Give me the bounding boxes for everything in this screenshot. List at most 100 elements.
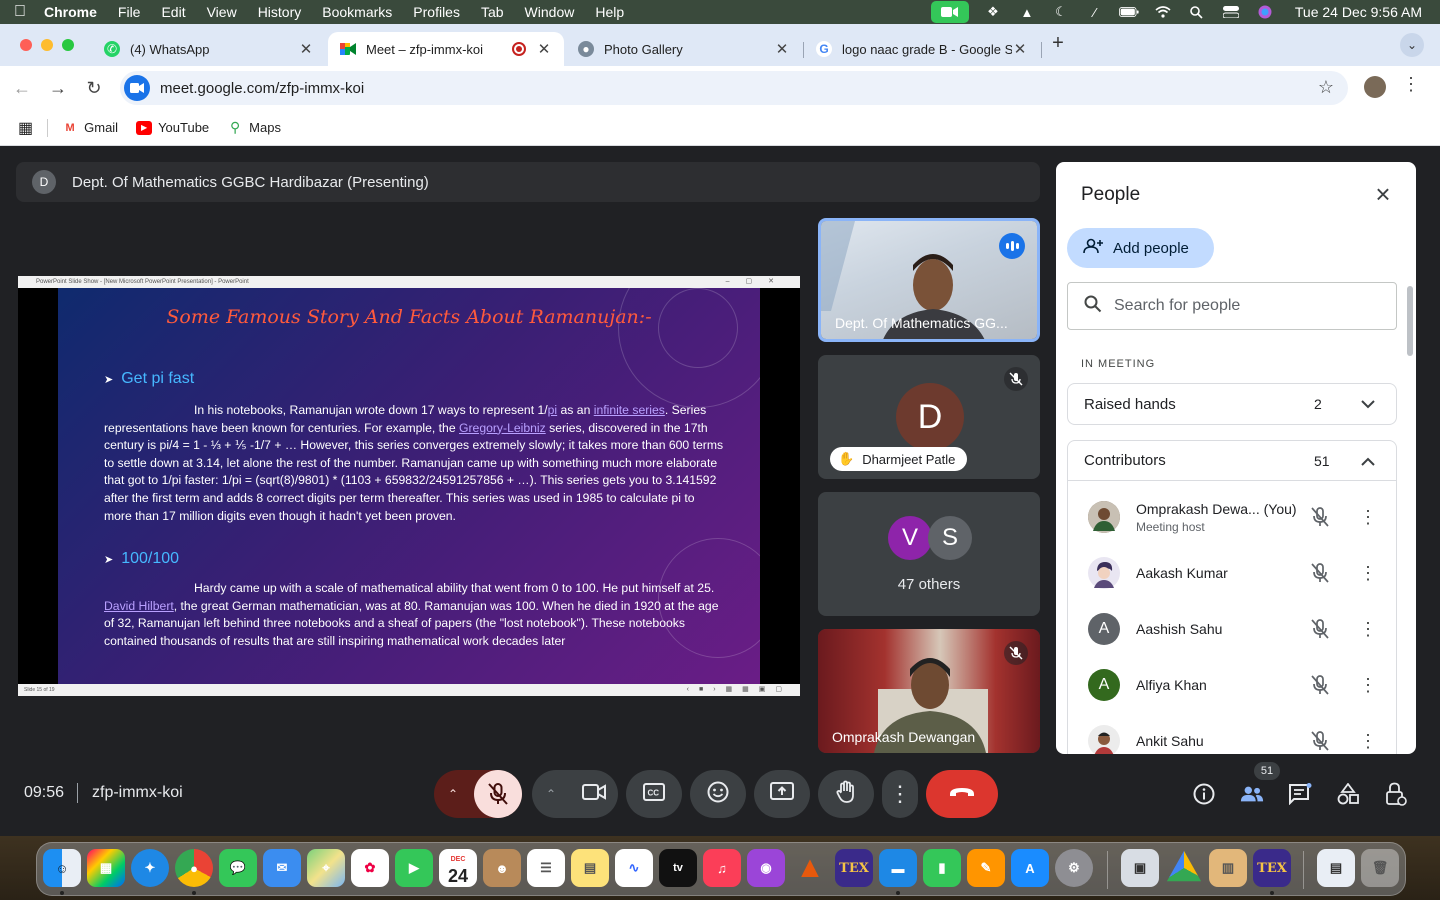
- dropbox-icon[interactable]: ❖: [983, 4, 1003, 20]
- new-tab-plus-icon[interactable]: +: [1048, 32, 1068, 55]
- site-info-meet-icon[interactable]: [124, 75, 150, 101]
- menu-app-name[interactable]: Chrome: [44, 4, 97, 20]
- menu-bookmarks[interactable]: Bookmarks: [322, 4, 392, 20]
- freeform-icon[interactable]: ∿: [615, 849, 653, 887]
- mail-icon[interactable]: ✉: [263, 849, 301, 887]
- calendar-icon[interactable]: DEC 24: [439, 849, 477, 887]
- photos-icon[interactable]: ✿: [351, 849, 389, 887]
- people-panel-scrollbar[interactable]: [1407, 286, 1413, 356]
- launchpad-icon[interactable]: ▦: [87, 849, 125, 887]
- tile-presenter[interactable]: Dept. Of Mathematics GG...: [818, 218, 1040, 342]
- matlab-icon[interactable]: ▲: [791, 849, 829, 887]
- participant-row[interactable]: A Aashish Sahu ⋮: [1068, 601, 1398, 657]
- text-input-icon[interactable]: ▲: [1017, 4, 1037, 20]
- more-options-icon[interactable]: ⋮: [1358, 507, 1378, 528]
- menu-window[interactable]: Window: [525, 4, 575, 20]
- link-david-hilbert[interactable]: David Hilbert: [104, 599, 174, 613]
- safari-icon[interactable]: ✦: [131, 849, 169, 887]
- reload-icon[interactable]: ↻: [82, 76, 106, 100]
- more-options-icon[interactable]: ⋮: [1358, 675, 1378, 696]
- bluetooth-off-icon[interactable]: ⁄: [1085, 4, 1105, 20]
- menubar-clock[interactable]: Tue 24 Dec 9:56 AM: [1295, 4, 1422, 20]
- menu-history[interactable]: History: [258, 4, 302, 20]
- mic-off-icon[interactable]: [1308, 673, 1332, 697]
- present-screen-button[interactable]: [754, 770, 810, 818]
- chrome-menu-icon[interactable]: ⋮: [1402, 74, 1420, 95]
- menu-view[interactable]: View: [207, 4, 237, 20]
- reactions-button[interactable]: [690, 770, 746, 818]
- link-pi[interactable]: pi: [548, 403, 558, 417]
- app-store-icon[interactable]: A: [1011, 849, 1049, 887]
- people-icon[interactable]: [1240, 782, 1264, 806]
- menu-help[interactable]: Help: [595, 4, 624, 20]
- bookmark-gmail[interactable]: M Gmail: [62, 120, 119, 135]
- close-panel-icon[interactable]: ×: [1370, 181, 1396, 208]
- shared-screen[interactable]: PowerPoint Slide Show - [New Microsoft P…: [18, 276, 800, 696]
- contributors-header[interactable]: Contributors 51: [1068, 441, 1396, 481]
- meeting-info-icon[interactable]: [1192, 782, 1216, 806]
- search-people-input[interactable]: [1114, 297, 1364, 315]
- numbers-icon[interactable]: ▮: [923, 849, 961, 887]
- add-people-button[interactable]: Add people: [1067, 228, 1214, 268]
- toggle-microphone-button[interactable]: [474, 770, 522, 818]
- battery-icon[interactable]: [1118, 4, 1139, 20]
- notes-icon[interactable]: ▤: [571, 849, 609, 887]
- close-tab-icon[interactable]: ✕: [774, 40, 790, 58]
- wifi-icon[interactable]: [1153, 4, 1173, 20]
- leave-call-button[interactable]: [926, 770, 998, 818]
- tex-icon[interactable]: TEX: [835, 849, 873, 887]
- facetime-icon[interactable]: ▶: [395, 849, 433, 887]
- google-drive-icon[interactable]: [1166, 850, 1202, 882]
- chat-icon[interactable]: [1288, 782, 1312, 806]
- mic-off-icon[interactable]: [1308, 561, 1332, 585]
- participant-row[interactable]: A Alfiya Khan ⋮: [1068, 657, 1398, 713]
- audio-options-chevron-icon[interactable]: ⌃: [448, 787, 458, 801]
- captions-button[interactable]: CC: [626, 770, 682, 818]
- control-center-icon[interactable]: [1221, 4, 1241, 20]
- tab-meet[interactable]: Meet – zfp-immx-koi ✕: [328, 32, 564, 66]
- participant-row[interactable]: Omprakash Dewa... (You) Meeting host ⋮: [1068, 489, 1398, 545]
- close-tab-icon[interactable]: ✕: [536, 40, 552, 58]
- spotlight-search-icon[interactable]: [1187, 4, 1207, 20]
- menu-file[interactable]: File: [118, 4, 141, 20]
- back-arrow-icon[interactable]: ←: [10, 76, 34, 100]
- bookmark-star-icon[interactable]: ☆: [1318, 77, 1334, 98]
- raised-hands-header[interactable]: Raised hands 2: [1068, 384, 1396, 424]
- participant-row[interactable]: Aakash Kumar ⋮: [1068, 545, 1398, 601]
- chrome-icon[interactable]: ●: [175, 849, 213, 887]
- link-gregory-leibniz[interactable]: Gregory-Leibniz: [459, 421, 546, 435]
- podcasts-icon[interactable]: ◉: [747, 849, 785, 887]
- participant-row[interactable]: Ankit Sahu ⋮: [1068, 713, 1398, 754]
- tile-self[interactable]: Omprakash Dewangan: [818, 629, 1040, 753]
- trash-icon[interactable]: 🗑: [1361, 849, 1399, 887]
- facetime-tray-icon[interactable]: [930, 1, 969, 23]
- profile-avatar[interactable]: [1364, 76, 1386, 98]
- tab-google-search[interactable]: G logo naac grade B - Google S ✕: [804, 32, 1040, 66]
- siri-icon[interactable]: [1255, 4, 1275, 20]
- chevron-down-icon[interactable]: [1358, 396, 1378, 412]
- activities-shapes-icon[interactable]: [1336, 782, 1360, 806]
- documents-folder-icon[interactable]: ▥: [1209, 849, 1247, 887]
- menu-edit[interactable]: Edit: [161, 4, 185, 20]
- more-options-icon[interactable]: ⋮: [1358, 731, 1378, 752]
- toggle-camera-button[interactable]: [582, 783, 606, 806]
- maps-app-icon[interactable]: ⌖: [307, 849, 345, 887]
- mic-off-icon[interactable]: [1308, 729, 1332, 753]
- close-window-button[interactable]: [20, 39, 32, 51]
- tab-whatsapp[interactable]: ✆ (4) WhatsApp ✕: [92, 32, 326, 66]
- chevron-up-icon[interactable]: [1358, 453, 1378, 469]
- preview-icon[interactable]: ▣: [1121, 849, 1159, 887]
- downloads-stack-icon[interactable]: ▤: [1317, 849, 1355, 887]
- tab-photo-gallery[interactable]: ● Photo Gallery ✕: [566, 32, 802, 66]
- host-controls-lock-icon[interactable]: [1384, 782, 1408, 806]
- raised-hands-group[interactable]: Raised hands 2: [1067, 383, 1397, 425]
- apple-icon[interactable]: : [14, 3, 26, 21]
- apple-tv-icon[interactable]: tv: [659, 849, 697, 887]
- contacts-icon[interactable]: ☻: [483, 849, 521, 887]
- close-tab-icon[interactable]: ✕: [298, 40, 314, 58]
- forward-arrow-icon[interactable]: →: [46, 76, 70, 100]
- bookmark-maps[interactable]: ⚲ Maps: [227, 119, 281, 135]
- system-settings-icon[interactable]: ⚙: [1055, 849, 1093, 887]
- more-options-button[interactable]: ⋮: [882, 770, 918, 818]
- tile-raised-hand[interactable]: D ✋ Dharmjeet Patle: [818, 355, 1040, 479]
